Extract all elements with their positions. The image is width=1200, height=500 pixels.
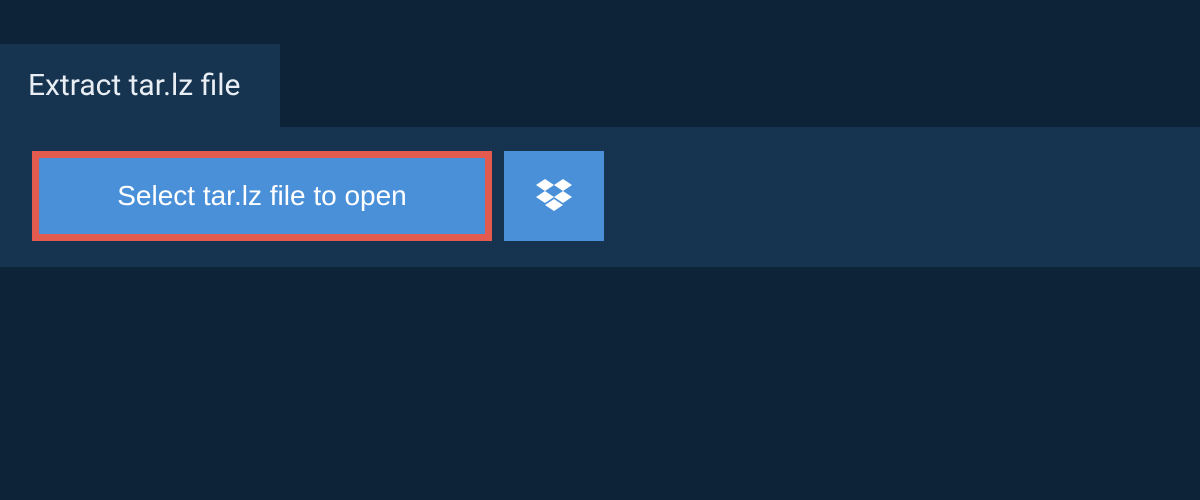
dropbox-icon xyxy=(536,179,572,214)
select-file-label: Select tar.lz file to open xyxy=(117,180,407,212)
button-row: Select tar.lz file to open xyxy=(32,151,1168,241)
dropbox-button[interactable] xyxy=(504,151,604,241)
tab-header[interactable]: Extract tar.lz file xyxy=(0,44,280,127)
content-panel: Select tar.lz file to open xyxy=(0,127,1200,267)
tab-title: Extract tar.lz file xyxy=(28,68,240,103)
select-file-button[interactable]: Select tar.lz file to open xyxy=(32,151,492,241)
